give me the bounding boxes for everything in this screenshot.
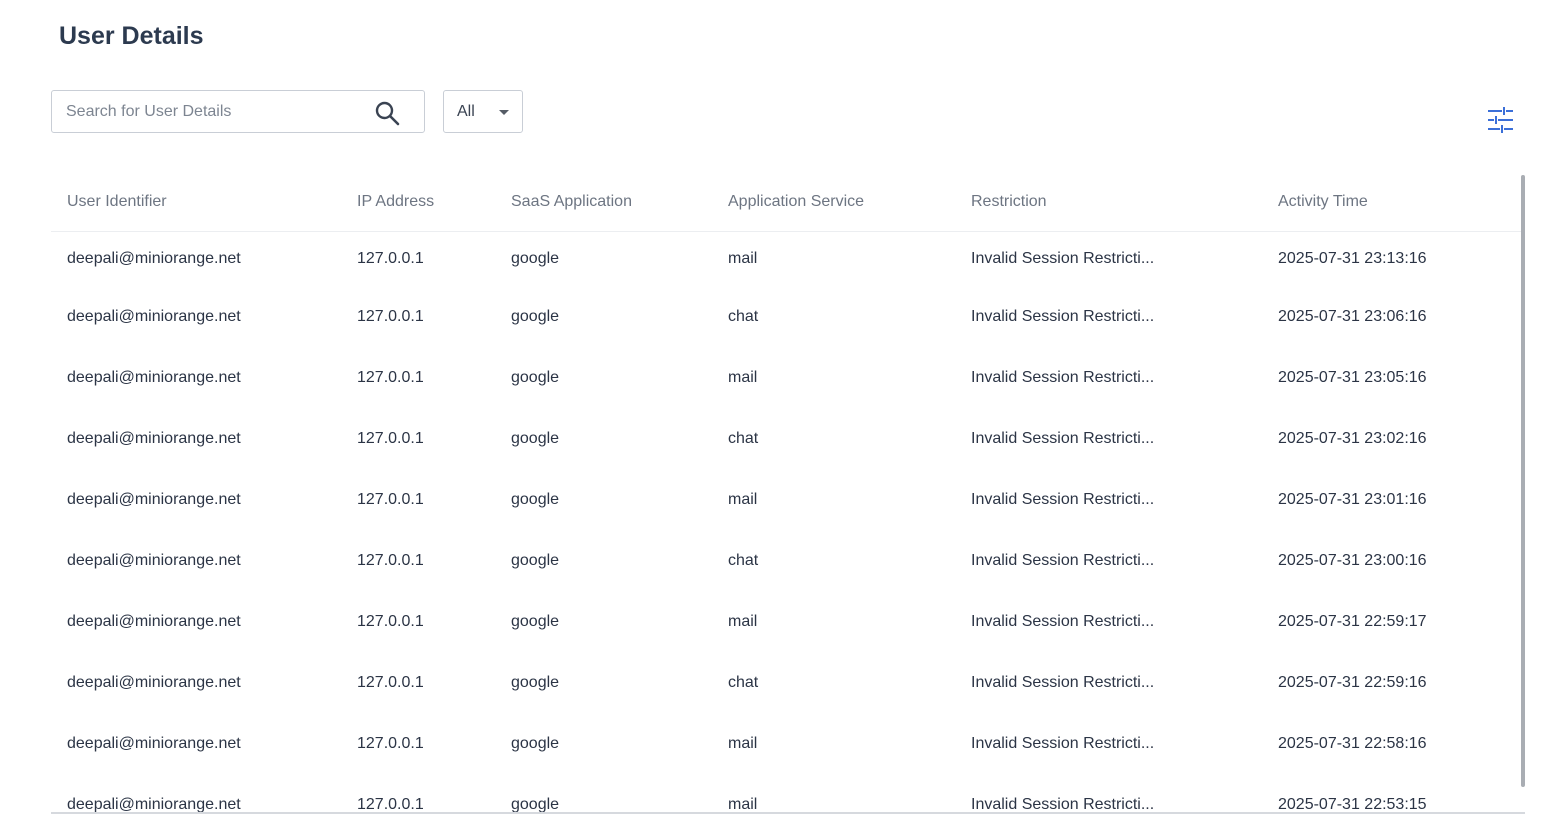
cell-activity-time: 2025-07-31 23:01:16 xyxy=(1278,490,1427,508)
cell-activity-time: 2025-07-31 23:06:16 xyxy=(1278,307,1427,325)
cell-restriction: Invalid Session Restricti... xyxy=(971,612,1155,630)
cell-user-identifier: deepali@miniorange.net xyxy=(67,612,241,630)
table-row[interactable]: deepali@miniorange.net 127.0.0.1 google … xyxy=(51,231,1521,286)
cell-user-identifier: deepali@miniorange.net xyxy=(67,795,241,813)
cell-saas-application: google xyxy=(511,612,560,630)
cell-ip-address: 127.0.0.1 xyxy=(357,307,424,325)
cell-saas-application: google xyxy=(511,307,560,325)
table-row[interactable]: deepali@miniorange.net 127.0.0.1 google … xyxy=(51,713,1521,774)
table-row[interactable]: deepali@miniorange.net 127.0.0.1 google … xyxy=(51,286,1521,347)
cell-ip-address: 127.0.0.1 xyxy=(357,795,424,813)
column-header-application-service[interactable]: Application Service xyxy=(712,173,955,232)
cell-activity-time: 2025-07-31 22:58:16 xyxy=(1278,734,1427,752)
table-row[interactable]: deepali@miniorange.net 127.0.0.1 google … xyxy=(51,530,1521,591)
cell-restriction: Invalid Session Restricti... xyxy=(971,249,1155,267)
sliders-icon[interactable] xyxy=(1487,107,1513,133)
cell-ip-address: 127.0.0.1 xyxy=(357,368,424,386)
table-row[interactable]: deepali@miniorange.net 127.0.0.1 google … xyxy=(51,652,1521,713)
table-row[interactable]: deepali@miniorange.net 127.0.0.1 google … xyxy=(51,469,1521,530)
cell-application-service: mail xyxy=(728,795,758,813)
cell-application-service: mail xyxy=(728,612,758,630)
cell-user-identifier: deepali@miniorange.net xyxy=(67,490,241,508)
cell-ip-address: 127.0.0.1 xyxy=(357,249,424,267)
column-header-ip-address[interactable]: IP Address xyxy=(341,173,495,232)
cell-ip-address: 127.0.0.1 xyxy=(357,429,424,447)
table-row[interactable]: deepali@miniorange.net 127.0.0.1 google … xyxy=(51,347,1521,408)
filter-select[interactable]: All xyxy=(443,90,523,133)
cell-saas-application: google xyxy=(511,551,560,569)
cell-user-identifier: deepali@miniorange.net xyxy=(67,673,241,691)
cell-activity-time: 2025-07-31 22:53:15 xyxy=(1278,795,1427,813)
cell-activity-time: 2025-07-31 23:00:16 xyxy=(1278,551,1427,569)
cell-saas-application: google xyxy=(511,368,560,386)
column-header-saas-application[interactable]: SaaS Application xyxy=(495,173,712,232)
cell-saas-application: google xyxy=(511,490,560,508)
cell-user-identifier: deepali@miniorange.net xyxy=(67,249,241,267)
column-header-user-identifier[interactable]: User Identifier xyxy=(51,173,341,232)
cell-saas-application: google xyxy=(511,734,560,752)
user-details-page: User Details All xyxy=(0,0,1541,826)
cell-saas-application: google xyxy=(511,249,560,267)
cell-saas-application: google xyxy=(511,795,560,813)
column-header-activity-time[interactable]: Activity Time xyxy=(1262,173,1521,232)
vertical-scrollbar[interactable] xyxy=(1521,175,1525,787)
cell-restriction: Invalid Session Restricti... xyxy=(971,429,1155,447)
filter-select-value: All xyxy=(457,103,475,120)
cell-ip-address: 127.0.0.1 xyxy=(357,673,424,691)
cell-ip-address: 127.0.0.1 xyxy=(357,612,424,630)
cell-application-service: chat xyxy=(728,307,759,325)
table-row[interactable]: deepali@miniorange.net 127.0.0.1 google … xyxy=(51,408,1521,469)
cell-restriction: Invalid Session Restricti... xyxy=(971,551,1155,569)
column-header-restriction[interactable]: Restriction xyxy=(955,173,1262,232)
cell-restriction: Invalid Session Restricti... xyxy=(971,307,1155,325)
cell-ip-address: 127.0.0.1 xyxy=(357,734,424,752)
cell-restriction: Invalid Session Restricti... xyxy=(971,490,1155,508)
table-header-row: User Identifier IP Address SaaS Applicat… xyxy=(51,173,1521,232)
page-title: User Details xyxy=(59,22,204,50)
cell-user-identifier: deepali@miniorange.net xyxy=(67,307,241,325)
cell-activity-time: 2025-07-31 22:59:16 xyxy=(1278,673,1427,691)
search-box[interactable] xyxy=(51,90,425,133)
cell-restriction: Invalid Session Restricti... xyxy=(971,368,1155,386)
cell-application-service: mail xyxy=(728,368,758,386)
table-row[interactable]: deepali@miniorange.net 127.0.0.1 google … xyxy=(51,591,1521,652)
cell-user-identifier: deepali@miniorange.net xyxy=(67,734,241,752)
cell-application-service: chat xyxy=(728,551,759,569)
cell-user-identifier: deepali@miniorange.net xyxy=(67,429,241,447)
search-icon[interactable] xyxy=(374,100,400,126)
cell-ip-address: 127.0.0.1 xyxy=(357,490,424,508)
user-details-table-container: User Identifier IP Address SaaS Applicat… xyxy=(51,173,1525,814)
cell-activity-time: 2025-07-31 22:59:17 xyxy=(1278,612,1427,630)
cell-user-identifier: deepali@miniorange.net xyxy=(67,551,241,569)
cell-activity-time: 2025-07-31 23:02:16 xyxy=(1278,429,1427,447)
cell-restriction: Invalid Session Restricti... xyxy=(971,795,1155,813)
cell-application-service: mail xyxy=(728,490,758,508)
cell-ip-address: 127.0.0.1 xyxy=(357,551,424,569)
cell-application-service: mail xyxy=(728,249,758,267)
cell-application-service: chat xyxy=(728,429,759,447)
cell-application-service: mail xyxy=(728,734,758,752)
cell-restriction: Invalid Session Restricti... xyxy=(971,673,1155,691)
caret-down-icon xyxy=(499,110,509,115)
cell-activity-time: 2025-07-31 23:13:16 xyxy=(1278,249,1427,267)
cell-user-identifier: deepali@miniorange.net xyxy=(67,368,241,386)
table-row[interactable]: deepali@miniorange.net 127.0.0.1 google … xyxy=(51,774,1521,813)
search-input[interactable] xyxy=(66,91,366,132)
cell-saas-application: google xyxy=(511,673,560,691)
cell-saas-application: google xyxy=(511,429,560,447)
user-details-table: User Identifier IP Address SaaS Applicat… xyxy=(51,173,1521,813)
cell-restriction: Invalid Session Restricti... xyxy=(971,734,1155,752)
cell-activity-time: 2025-07-31 23:05:16 xyxy=(1278,368,1427,386)
cell-application-service: chat xyxy=(728,673,759,691)
